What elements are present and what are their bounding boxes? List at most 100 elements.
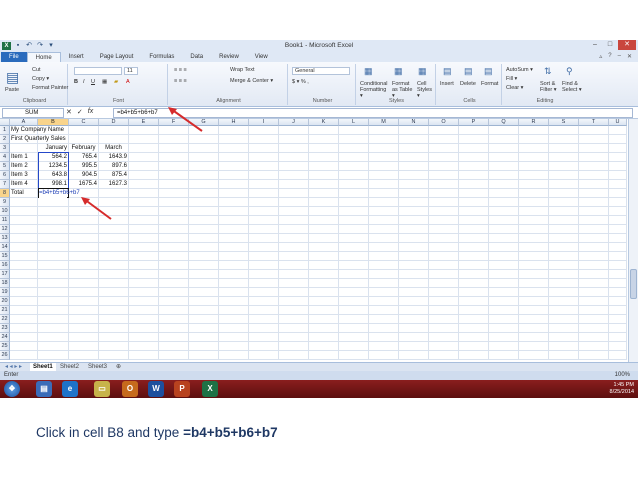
undo-icon[interactable]: ↶ bbox=[25, 42, 33, 50]
sort-filter-icon[interactable]: ⇅ bbox=[544, 66, 552, 77]
column-header-j[interactable]: J bbox=[279, 119, 309, 126]
folder-icon[interactable]: ▭ bbox=[94, 381, 110, 397]
enter-icon[interactable]: ✓ bbox=[77, 108, 83, 116]
format-as-table-button[interactable]: Format as Table ▾ bbox=[392, 81, 416, 99]
start-icon[interactable]: ❖ bbox=[4, 381, 20, 397]
align-left-icon[interactable]: ≡ ≡ ≡ bbox=[174, 78, 187, 84]
cancel-icon[interactable]: ✕ bbox=[66, 108, 72, 116]
font-size-field[interactable]: 11 bbox=[124, 67, 138, 75]
sort-filter-button[interactable]: Sort & Filter ▾ bbox=[540, 81, 560, 93]
cell-b3[interactable]: January bbox=[39, 144, 67, 153]
cell-d7[interactable]: 1627.3 bbox=[100, 180, 127, 189]
tab-data[interactable]: Data bbox=[182, 52, 211, 62]
cell-c3[interactable]: February bbox=[70, 144, 97, 153]
column-header-e[interactable]: E bbox=[129, 119, 159, 126]
column-header-b[interactable]: B bbox=[38, 119, 69, 126]
format-button[interactable]: Format bbox=[481, 81, 498, 87]
word-icon[interactable]: W bbox=[148, 381, 164, 397]
clear-button[interactable]: Clear ▾ bbox=[506, 85, 523, 91]
column-header-m[interactable]: M bbox=[369, 119, 399, 126]
row-header-1[interactable]: 1 bbox=[0, 126, 10, 135]
format-as-table-icon[interactable]: ▦ bbox=[394, 66, 403, 77]
cell-a8[interactable]: Total bbox=[11, 189, 36, 198]
autosum-button[interactable]: AutoSum ▾ bbox=[506, 67, 533, 73]
tab-review[interactable]: Review bbox=[211, 52, 247, 62]
workbook-close-icon[interactable]: ✕ bbox=[627, 53, 632, 60]
maximize-icon[interactable]: □ bbox=[603, 40, 617, 50]
row-header-25[interactable]: 25 bbox=[0, 342, 10, 351]
cell-d4[interactable]: 1643.9 bbox=[100, 153, 127, 162]
cell-b6[interactable]: 643.8 bbox=[39, 171, 67, 180]
cell-c7[interactable]: 1675.4 bbox=[70, 180, 97, 189]
column-header-k[interactable]: K bbox=[309, 119, 339, 126]
row-header-17[interactable]: 17 bbox=[0, 270, 10, 279]
row-header-5[interactable]: 5 bbox=[0, 162, 10, 171]
row-header-4[interactable]: 4 bbox=[0, 153, 10, 162]
column-header-o[interactable]: O bbox=[429, 119, 459, 126]
tab-page-layout[interactable]: Page Layout bbox=[92, 52, 142, 62]
font-name-field[interactable] bbox=[74, 67, 122, 75]
row-header-10[interactable]: 10 bbox=[0, 207, 10, 216]
row-header-21[interactable]: 21 bbox=[0, 306, 10, 315]
column-header-c[interactable]: C bbox=[69, 119, 99, 126]
internet-explorer-icon[interactable]: e bbox=[62, 381, 78, 397]
name-box[interactable]: SUM bbox=[2, 108, 64, 118]
delete-cells-icon[interactable]: ▤ bbox=[464, 66, 473, 77]
row-header-23[interactable]: 23 bbox=[0, 324, 10, 333]
cell-a2[interactable]: First Quarterly Sales bbox=[11, 135, 66, 144]
row-header-3[interactable]: 3 bbox=[0, 144, 10, 153]
conditional-formatting-button[interactable]: Conditional Formatting ▾ bbox=[360, 81, 390, 99]
row-header-26[interactable]: 26 bbox=[0, 351, 10, 360]
font-color-icon[interactable]: A bbox=[126, 79, 130, 85]
column-header-d[interactable]: D bbox=[99, 119, 129, 126]
row-header-18[interactable]: 18 bbox=[0, 279, 10, 288]
minimize-ribbon-icon[interactable]: ▵ bbox=[599, 53, 602, 60]
column-header-t[interactable]: T bbox=[579, 119, 609, 126]
row-header-2[interactable]: 2 bbox=[0, 135, 10, 144]
column-header-i[interactable]: I bbox=[249, 119, 279, 126]
scroll-thumb[interactable] bbox=[630, 269, 637, 299]
cell-d3[interactable]: March bbox=[100, 144, 127, 153]
insert-cells-icon[interactable]: ▤ bbox=[443, 66, 452, 77]
tab-insert[interactable]: Insert bbox=[61, 52, 92, 62]
row-header-19[interactable]: 19 bbox=[0, 288, 10, 297]
outlook-icon[interactable]: O bbox=[122, 381, 138, 397]
column-header-h[interactable]: H bbox=[219, 119, 249, 126]
tab-formulas[interactable]: Formulas bbox=[141, 52, 182, 62]
worksheet-grid[interactable]: A B C D E F G H I J K L M N O P Q R S T U 1 2 3 4 5 6 7 8 9 10 11 12 13 14… bbox=[0, 119, 628, 398]
row-header-7[interactable]: 7 bbox=[0, 180, 10, 189]
cell-a1[interactable]: My Company Name bbox=[11, 126, 64, 135]
row-header-8[interactable]: 8 bbox=[0, 189, 10, 198]
bold-button[interactable]: B bbox=[74, 79, 78, 85]
cell-c6[interactable]: 904.5 bbox=[70, 171, 97, 180]
cell-a4[interactable]: Item 1 bbox=[11, 153, 36, 162]
find-select-button[interactable]: Find & Select ▾ bbox=[562, 81, 584, 93]
cell-styles-button[interactable]: Cell Styles ▾ bbox=[417, 81, 435, 99]
save-icon[interactable]: ▪ bbox=[14, 42, 22, 50]
help-icon[interactable]: ? bbox=[608, 53, 611, 60]
cell-a7[interactable]: Item 4 bbox=[11, 180, 36, 189]
column-header-s[interactable]: S bbox=[549, 119, 579, 126]
cell-d6[interactable]: 875.4 bbox=[100, 171, 127, 180]
row-header-6[interactable]: 6 bbox=[0, 171, 10, 180]
cell-b8[interactable]: =b4+b5+b6+b7 bbox=[39, 189, 80, 198]
row-header-14[interactable]: 14 bbox=[0, 243, 10, 252]
cell-c4[interactable]: 765.4 bbox=[70, 153, 97, 162]
cell-b4[interactable]: 564.2 bbox=[39, 153, 67, 162]
number-format-field[interactable]: General bbox=[292, 67, 350, 75]
column-header-p[interactable]: P bbox=[459, 119, 489, 126]
cell-b5[interactable]: 1234.5 bbox=[39, 162, 67, 171]
delete-button[interactable]: Delete bbox=[460, 81, 476, 87]
minimize-icon[interactable]: – bbox=[588, 40, 602, 50]
cell-b7[interactable]: 998.1 bbox=[39, 180, 67, 189]
insert-function-icon[interactable]: fx bbox=[88, 108, 93, 116]
fill-color-icon[interactable]: ▰ bbox=[114, 79, 118, 85]
row-header-11[interactable]: 11 bbox=[0, 216, 10, 225]
border-icon[interactable]: ▦ bbox=[102, 79, 107, 85]
explorer-icon[interactable]: ▤ bbox=[36, 381, 52, 397]
zoom-level[interactable]: 100% bbox=[615, 371, 630, 380]
paste-button[interactable]: Paste bbox=[5, 87, 19, 93]
customize-qat-icon[interactable]: ▾ bbox=[47, 42, 55, 50]
cut-button[interactable]: Cut bbox=[32, 67, 41, 73]
cell-d5[interactable]: 897.6 bbox=[100, 162, 127, 171]
